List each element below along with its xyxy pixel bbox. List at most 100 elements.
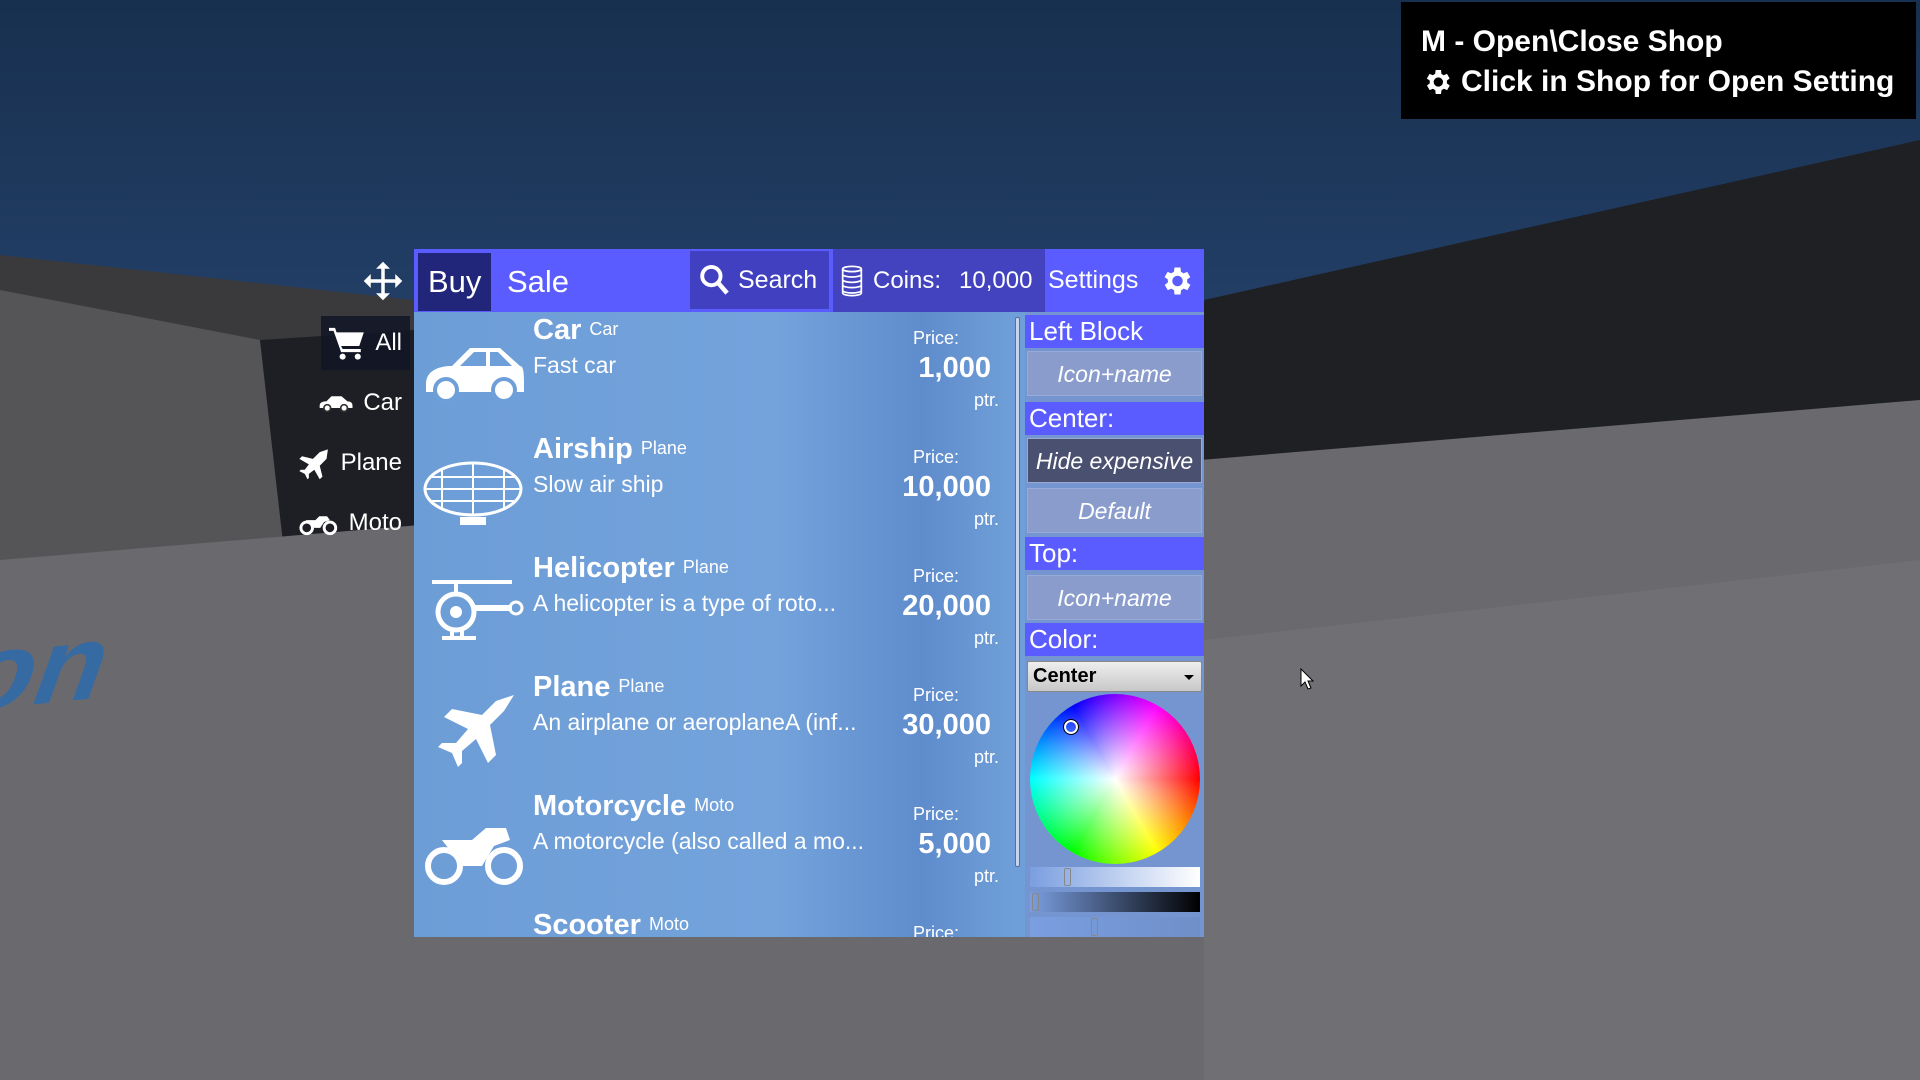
- shop-header: Buy Sale Search Coins: 10,000 Settings: [414, 249, 1204, 312]
- list-item[interactable]: Car Car Fast car Price: 1,000 ptr.: [414, 312, 1013, 431]
- category-label: Moto: [348, 509, 402, 536]
- category-car[interactable]: Car: [310, 376, 410, 430]
- item-name: Car Car: [533, 314, 618, 347]
- category-moto[interactable]: Moto: [290, 496, 410, 550]
- category-plane[interactable]: Plane: [290, 436, 410, 490]
- default-option[interactable]: Default: [1027, 488, 1202, 533]
- item-category: Moto: [648, 914, 690, 934]
- top-label: Top:: [1025, 537, 1204, 570]
- price-value: 20,000: [902, 590, 991, 622]
- coins-icon: [841, 264, 863, 297]
- search-icon: [700, 264, 729, 295]
- mouse-cursor-icon: [1300, 668, 1314, 690]
- controls-hint: M - Open\Close Shop Click in Shop for Op…: [1401, 2, 1916, 119]
- list-scrollbar[interactable]: [1015, 317, 1020, 867]
- tab-buy[interactable]: Buy: [418, 253, 492, 311]
- price-label: Price:: [912, 566, 959, 586]
- item-category: Car: [589, 319, 619, 339]
- price-label: Price:: [912, 685, 959, 705]
- item-description: A motorcycle (also called a mo...: [533, 828, 865, 854]
- item-category: Plane: [640, 438, 687, 458]
- price-value: 5,000: [918, 828, 991, 860]
- coins-display: Coins: 10,000: [833, 249, 1045, 312]
- hint-open-close: M - Open\Close Shop: [1421, 25, 1723, 58]
- category-label: Plane: [340, 449, 402, 476]
- center-label: Center:: [1025, 402, 1204, 435]
- item-category: Plane: [682, 557, 729, 577]
- price-label: Price:: [912, 923, 959, 937]
- hint-settings: Click in Shop for Open Setting: [1461, 65, 1895, 98]
- left-block-label: Left Block: [1025, 315, 1204, 348]
- dropdown-value: Center: [1033, 665, 1097, 687]
- list-item[interactable]: Airship Plane Slow air ship Price: 10,000…: [414, 431, 1013, 550]
- price-label: Price:: [912, 447, 959, 467]
- gear-icon: [1426, 70, 1450, 94]
- search-label: Search: [738, 265, 818, 294]
- value-slider[interactable]: [1030, 892, 1200, 912]
- price-value: 1,000: [918, 352, 991, 384]
- price-unit: ptr.: [973, 866, 999, 886]
- price-label: Price:: [912, 328, 959, 348]
- item-name-text: Car: [533, 314, 582, 346]
- tab-sale[interactable]: Sale: [497, 253, 579, 311]
- scooter-icon: [422, 929, 524, 937]
- list-item[interactable]: Helicopter Plane A helicopter is a type o…: [414, 550, 1013, 669]
- plane-icon: [299, 449, 328, 480]
- list-item[interactable]: Scooter Moto Price:: [414, 907, 1013, 937]
- item-name-text: Helicopter: [533, 552, 675, 584]
- move-handle-icon[interactable]: [362, 260, 404, 302]
- chevron-down-icon: [1184, 675, 1194, 680]
- price-unit: ptr.: [973, 628, 999, 648]
- left-block-option[interactable]: Icon+name: [1027, 351, 1202, 396]
- price-label: Price:: [912, 804, 959, 824]
- moto-icon: [425, 828, 523, 885]
- price-unit: ptr.: [973, 390, 999, 410]
- item-description: Fast car: [533, 352, 617, 378]
- car-icon: [426, 348, 524, 403]
- plane-icon: [438, 695, 514, 767]
- item-name: Motorcycle Moto: [533, 790, 734, 823]
- category-label: All: [375, 329, 402, 356]
- gear-icon[interactable]: [1158, 263, 1194, 299]
- coins-value: 10,000: [959, 266, 1033, 294]
- item-name: Plane Plane: [533, 671, 664, 704]
- color-target-dropdown[interactable]: Center: [1027, 661, 1202, 692]
- color-wheel-knob[interactable]: [1063, 719, 1079, 735]
- item-category: Moto: [694, 795, 735, 815]
- shop-panel: Buy Sale Search Coins: 10,000 Settings C…: [414, 249, 1204, 937]
- item-name: Airship Plane: [533, 433, 687, 466]
- cart-icon: [329, 327, 364, 360]
- settings-button[interactable]: Settings: [1048, 249, 1138, 312]
- slider-handle[interactable]: [1091, 918, 1098, 936]
- airship-icon: [423, 461, 523, 525]
- item-name: Scooter Moto: [533, 909, 689, 937]
- search-button[interactable]: Search: [689, 250, 830, 310]
- top-option[interactable]: Icon+name: [1027, 575, 1202, 620]
- color-wheel[interactable]: [1030, 694, 1200, 864]
- helicopter-icon: [432, 580, 524, 640]
- moto-icon: [299, 516, 338, 536]
- item-description: An airplane or aeroplaneA (inf...: [533, 709, 857, 735]
- list-item[interactable]: Plane Plane An airplane or aeroplaneA (in…: [414, 669, 1013, 788]
- slider-handle[interactable]: [1064, 868, 1071, 886]
- category-label: Car: [363, 389, 402, 416]
- price-value: 10,000: [902, 471, 991, 503]
- price-unit: ptr.: [973, 747, 999, 767]
- slider-handle[interactable]: [1032, 893, 1039, 911]
- saturation-slider[interactable]: [1030, 867, 1200, 887]
- hide-expensive-option[interactable]: Hide expensive: [1027, 438, 1202, 483]
- price-value: 30,000: [902, 709, 991, 741]
- item-category: Plane: [618, 676, 665, 696]
- category-all[interactable]: All: [321, 316, 410, 370]
- price-unit: ptr.: [973, 509, 999, 529]
- item-description: Slow air ship: [533, 471, 664, 497]
- item-name: Helicopter Plane: [533, 552, 729, 585]
- settings-panel: Left Block Icon+name Center: Hide expens…: [1025, 312, 1204, 937]
- item-name-text: Scooter: [533, 909, 641, 937]
- color-label: Color:: [1025, 623, 1204, 656]
- item-list[interactable]: Car Car Fast car Price: 1,000 ptr. Airshi…: [414, 312, 1013, 937]
- car-icon: [319, 396, 353, 413]
- alpha-slider[interactable]: [1030, 917, 1200, 937]
- list-item[interactable]: Motorcycle Moto A motorcycle (also called…: [414, 788, 1013, 907]
- item-name-text: Plane: [533, 671, 611, 703]
